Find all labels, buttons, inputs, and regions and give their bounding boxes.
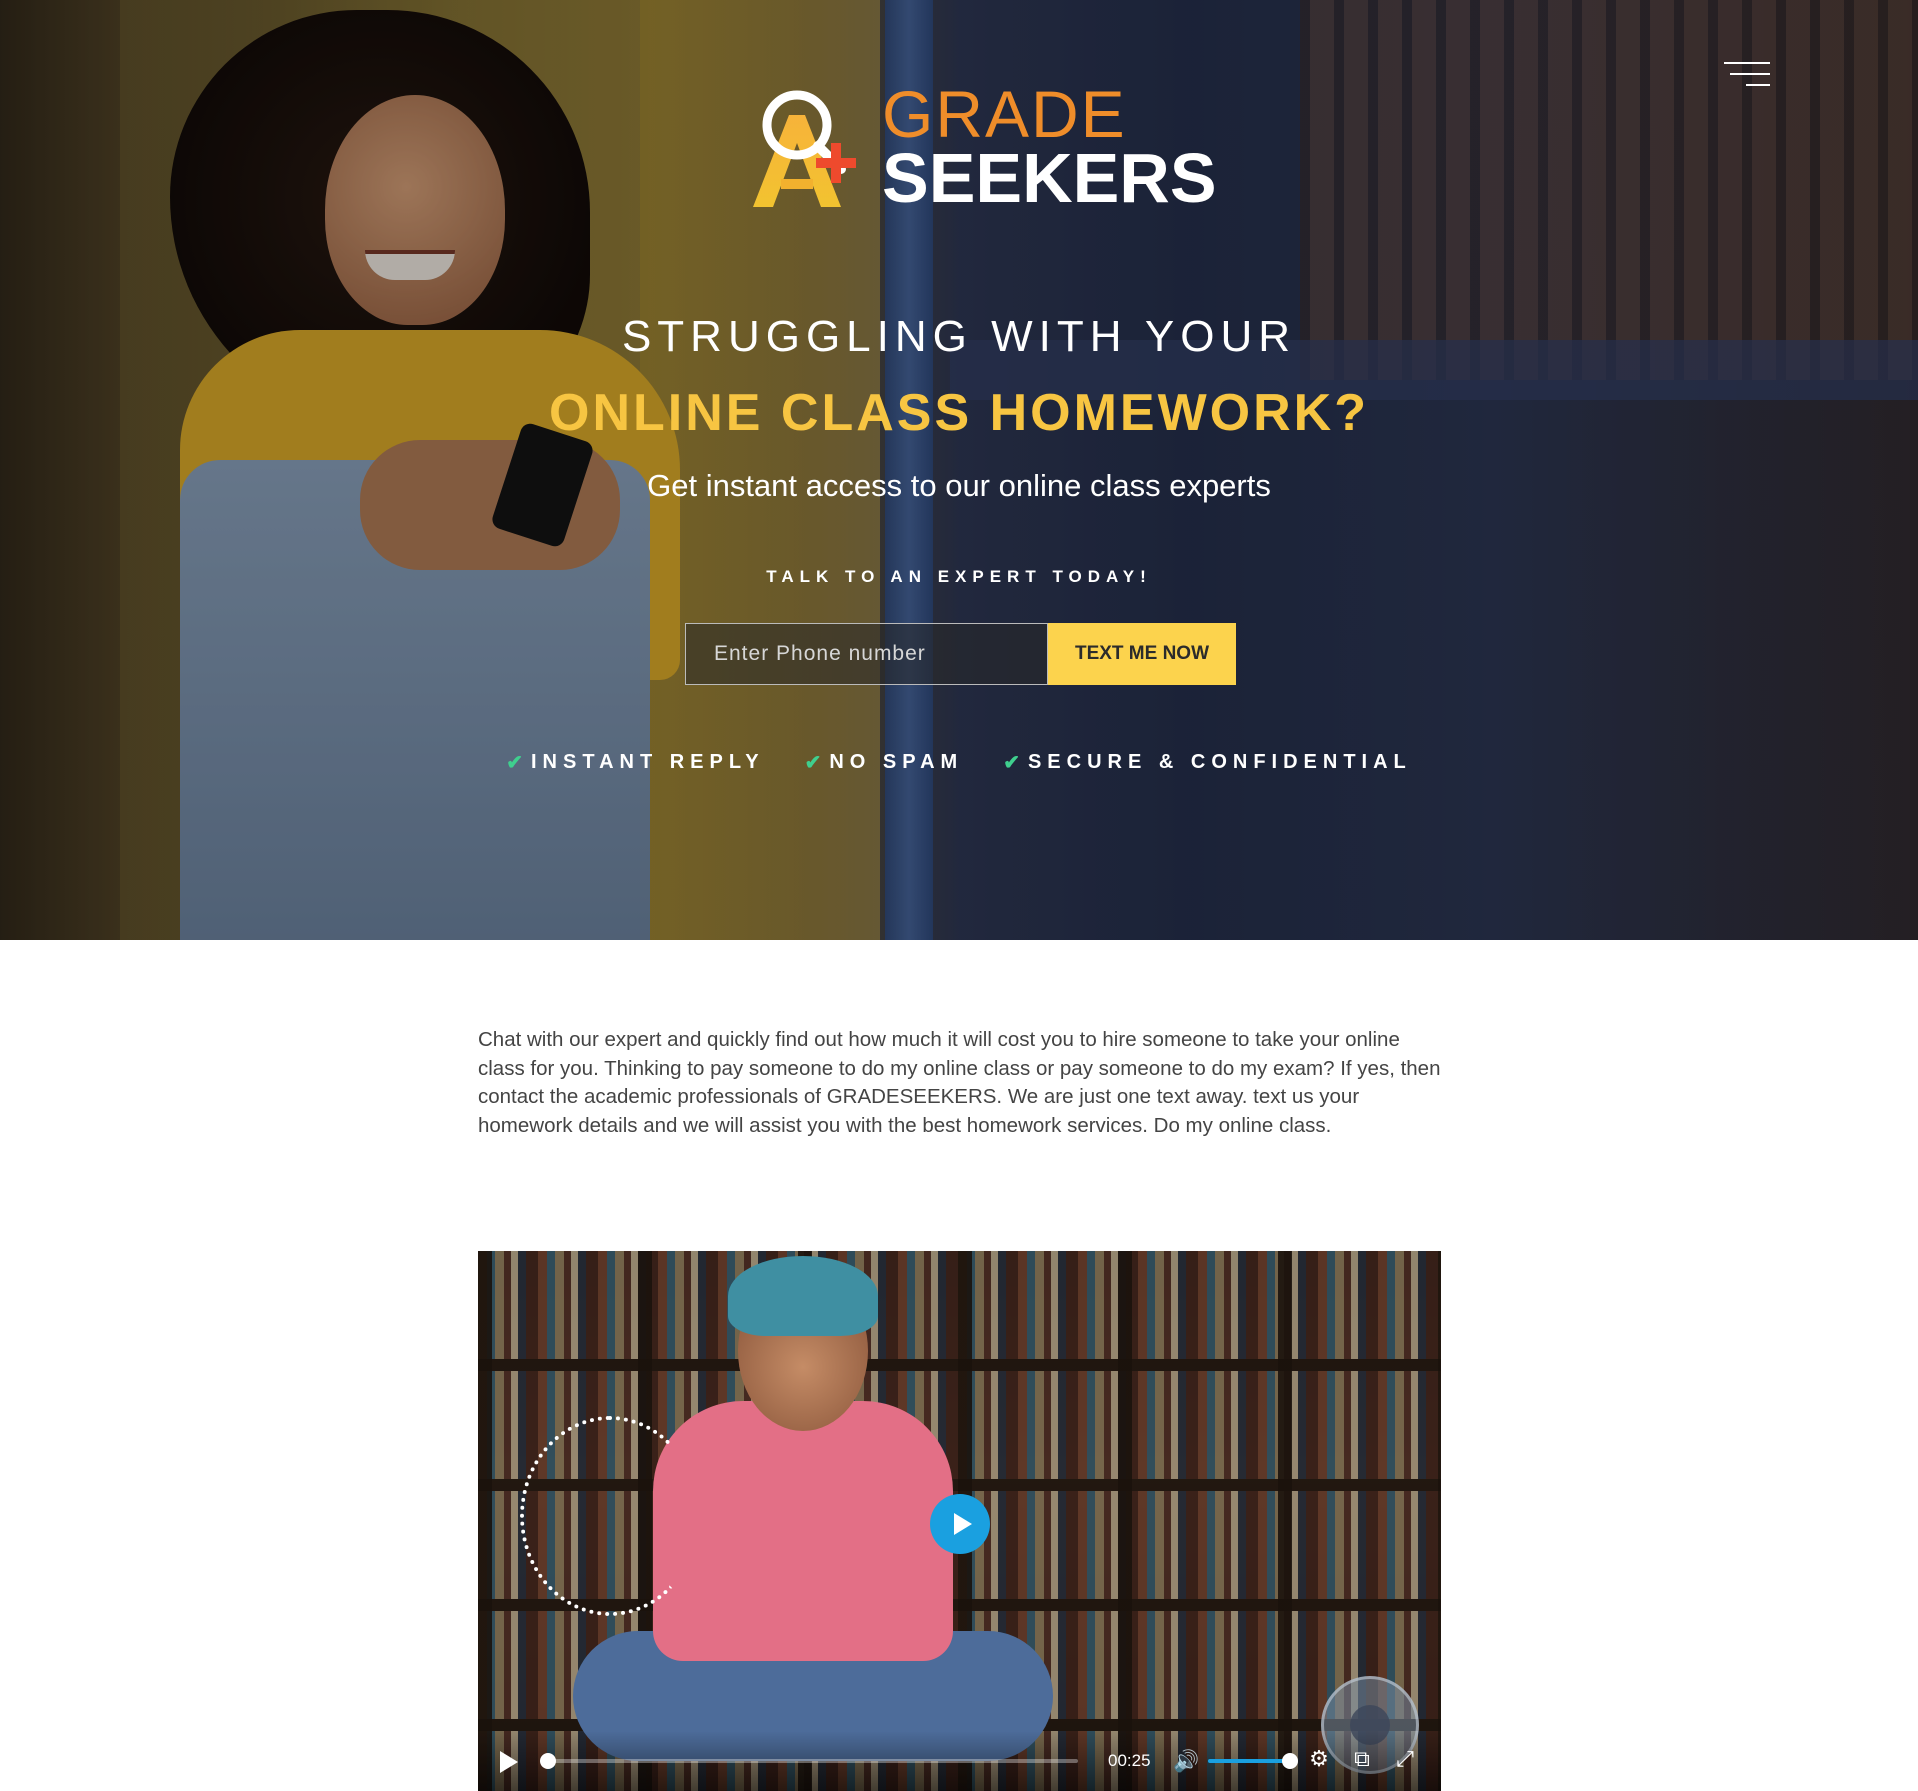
badge-instant-reply: ✔ INSTANT REPLY <box>506 750 764 775</box>
phone-number-input[interactable] <box>685 623 1048 685</box>
text-me-form: TEXT ME NOW <box>685 623 1236 685</box>
video-controls: 00:25 🔊 ⚙ ⧉ ⤢ <box>478 1731 1441 1791</box>
badge-no-spam: ✔ NO SPAM <box>805 750 964 775</box>
check-icon: ✔ <box>506 752 523 774</box>
badge-label: SECURE & CONFIDENTIAL <box>1027 751 1412 773</box>
intro-paragraph: Chat with our expert and quickly find ou… <box>478 1028 1441 1137</box>
menu-line <box>1724 62 1770 64</box>
menu-line <box>1730 73 1770 75</box>
seek-bar[interactable] <box>540 1753 1078 1769</box>
dotted-ring-decoration <box>520 1416 700 1616</box>
play-icon[interactable] <box>500 1751 518 1773</box>
brand-logo[interactable]: GRADE SEEKERS <box>745 81 1217 215</box>
hero-heading: ONLINE CLASS HOMEWORK? <box>549 384 1369 442</box>
settings-icon[interactable]: ⚙ <box>1306 1747 1332 1773</box>
fullscreen-icon[interactable]: ⤢ <box>1392 1747 1418 1773</box>
hero-section: GRADE SEEKERS STRUGGLING WITH YOUR ONLIN… <box>0 0 1918 940</box>
badge-secure-confidential: ✔ SECURE & CONFIDENTIAL <box>1003 750 1412 775</box>
logo-grade-text: GRADE <box>882 77 1127 151</box>
logo-seekers-text: SEEKERS <box>882 139 1217 217</box>
video-person-hair <box>728 1256 878 1336</box>
seek-handle[interactable] <box>540 1753 556 1769</box>
volume-handle[interactable] <box>1282 1753 1298 1769</box>
hero-description: Get instant access to our online class e… <box>647 468 1271 503</box>
big-play-button[interactable] <box>930 1494 990 1554</box>
check-icon: ✔ <box>804 752 822 774</box>
hero-subheading: STRUGGLING WITH YOUR <box>621 312 1297 361</box>
trust-badges: ✔ INSTANT REPLY ✔ NO SPAM ✔ SECURE & CON… <box>0 750 1918 775</box>
talk-to-expert-label: TALK TO AN EXPERT TODAY! <box>766 567 1152 586</box>
hamburger-menu-icon[interactable] <box>1720 60 1770 92</box>
popout-icon[interactable]: ⧉ <box>1349 1747 1375 1773</box>
video-time: 00:25 <box>1108 1751 1151 1770</box>
text-me-now-button[interactable]: TEXT ME NOW <box>1048 623 1236 685</box>
badge-label: NO SPAM <box>829 751 964 773</box>
volume-icon[interactable]: 🔊 <box>1173 1749 1199 1773</box>
badge-label: INSTANT REPLY <box>531 751 765 773</box>
magnifier-a-plus-icon <box>753 90 856 207</box>
menu-line <box>1746 84 1770 86</box>
video-player[interactable]: 00:25 🔊 ⚙ ⧉ ⤢ <box>478 1251 1441 1791</box>
check-icon: ✔ <box>1003 752 1020 774</box>
volume-slider[interactable] <box>1208 1753 1298 1769</box>
